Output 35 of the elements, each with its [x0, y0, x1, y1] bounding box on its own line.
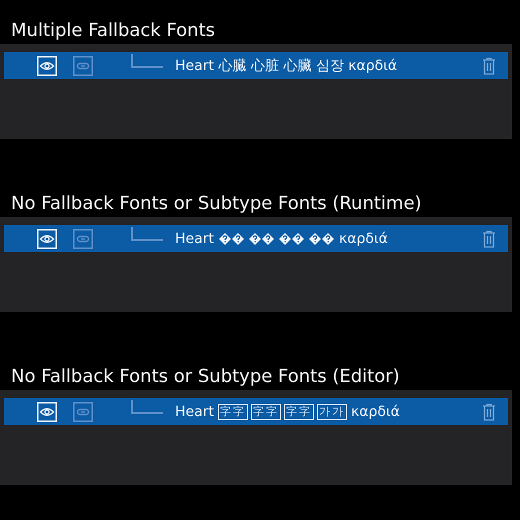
trash-icon[interactable]: [482, 230, 496, 248]
tree-connector: [131, 54, 163, 68]
tree-connector: [131, 226, 163, 240]
layer-name: Heart 心臓 心脏 心臟 심장 καρδιά: [175, 56, 398, 74]
tree-connector: [131, 400, 163, 414]
layer-name: Heart: [175, 230, 214, 246]
replacement-glyph-icon: [292, 232, 304, 244]
replacement-glyph-icon: [218, 232, 231, 244]
eye-icon[interactable]: [37, 228, 57, 248]
layer-row[interactable]: Heart 字字 字字 字字 가가 καρδιά: [4, 398, 508, 425]
missing-glyph: 字字: [284, 404, 313, 418]
section-title: No Fallback Fonts or Subtype Fonts (Runtime): [10, 192, 423, 216]
replacement-glyph-icon: [248, 232, 261, 244]
link-icon[interactable]: [73, 56, 93, 76]
eye-icon[interactable]: [37, 402, 57, 422]
replacement-glyph-icon: [308, 232, 321, 244]
replacement-glyph-icon: [322, 232, 334, 244]
layer-name: καρδιά: [350, 404, 400, 420]
link-icon[interactable]: [73, 402, 93, 422]
replacement-glyph-icon: [232, 232, 244, 244]
trash-icon[interactable]: [482, 56, 496, 74]
link-icon[interactable]: [73, 228, 93, 248]
replacement-glyph-icon: [262, 232, 274, 244]
replacement-glyph-icon: [278, 232, 291, 244]
missing-glyph: 字字: [252, 404, 280, 418]
missing-glyph: 字字: [218, 404, 247, 418]
trash-icon[interactable]: [482, 402, 496, 420]
section-title: No Fallback Fonts or Subtype Fonts (Editor): [10, 365, 401, 389]
missing-glyph: 가가: [318, 404, 346, 418]
section-title: Multiple Fallback Fonts: [10, 19, 216, 43]
layer-name: Heart: [175, 404, 214, 420]
layer-row[interactable]: Heart καρδιά: [4, 225, 508, 252]
layer-row[interactable]: Heart 心臓 心脏 心臟 심장 καρδιά: [4, 52, 508, 79]
layer-name: καρδιά: [338, 230, 388, 246]
eye-icon[interactable]: [37, 56, 57, 76]
